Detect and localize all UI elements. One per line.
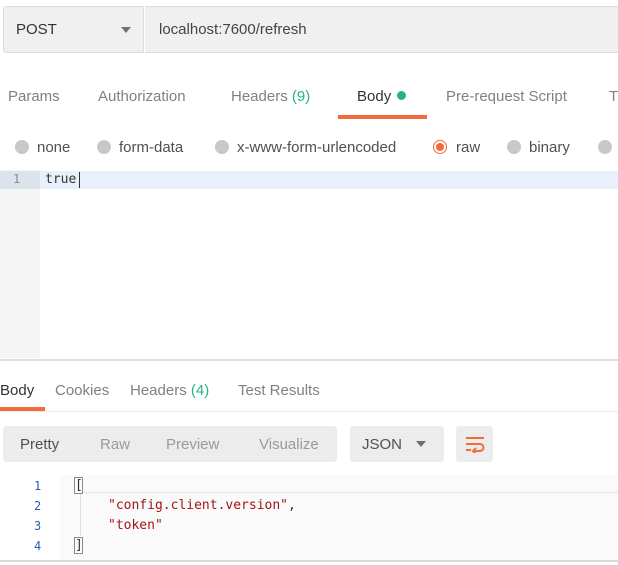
text-cursor: [79, 172, 80, 188]
response-line-number: 2: [34, 499, 42, 513]
editor-gutter: [0, 170, 40, 358]
response-tab-cookies[interactable]: Cookies: [55, 382, 109, 399]
radio-binary-label: binary: [529, 139, 570, 156]
json-comma: ,: [288, 498, 296, 513]
pane-divider[interactable]: [0, 359, 618, 361]
tab-authorization-label: Authorization: [98, 88, 186, 105]
radio-form-data-label: form-data: [119, 139, 184, 156]
view-preview-button[interactable]: Preview: [166, 436, 219, 453]
radio-urlencoded[interactable]: [215, 140, 229, 154]
tab-headers-label: Headers: [231, 88, 288, 105]
indent-guide: [80, 494, 81, 536]
wrap-lines-button[interactable]: [456, 426, 493, 462]
method-select[interactable]: POST: [3, 6, 144, 53]
response-line-number: 4: [34, 539, 42, 553]
radio-binary[interactable]: [507, 140, 521, 154]
json-string: "token": [108, 518, 163, 533]
tab-pre-request-label: Pre-request Script: [446, 88, 567, 105]
url-text: localhost:7600/refresh: [159, 21, 307, 38]
bottom-border: [0, 560, 618, 562]
tab-body[interactable]: Body: [357, 88, 407, 105]
response-tab-body[interactable]: Body: [0, 382, 34, 399]
json-open-bracket: [: [75, 478, 83, 493]
radio-graphql[interactable]: [598, 140, 612, 154]
tab-params[interactable]: Params: [8, 88, 60, 105]
response-tabs-divider: [0, 411, 618, 412]
tab-headers[interactable]: Headers (9): [231, 88, 310, 105]
response-line-number: 1: [34, 479, 42, 493]
radio-raw[interactable]: [433, 140, 447, 154]
response-headers-count: (4): [190, 382, 210, 399]
editor-content[interactable]: true: [45, 172, 76, 187]
response-tab-test-results[interactable]: Test Results: [238, 382, 320, 399]
line-number: 1: [13, 172, 21, 186]
tab-body-label: Body: [357, 88, 392, 105]
body-indicator-dot: [397, 91, 407, 100]
view-pretty-button[interactable]: Pretty: [20, 436, 59, 453]
active-tab-underline: [338, 115, 427, 119]
tab-tests-label: T: [609, 88, 618, 105]
response-tab-body-label: Body: [0, 382, 35, 399]
request-body-editor[interactable]: [0, 170, 618, 358]
response-gutter: [0, 475, 60, 560]
json-item: "token": [108, 518, 163, 533]
format-label: JSON: [362, 436, 403, 453]
request-tabs: Params Authorization Headers (9) Body Pr…: [0, 70, 618, 120]
view-raw-button[interactable]: Raw: [100, 436, 130, 453]
headers-count: (9): [291, 88, 311, 105]
response-tab-cookies-label: Cookies: [55, 382, 110, 399]
response-current-line: [83, 492, 618, 493]
radio-form-data[interactable]: [97, 140, 111, 154]
tab-pre-request-script[interactable]: Pre-request Script: [446, 88, 567, 105]
radio-urlencoded-label: x-www-form-urlencoded: [237, 139, 397, 156]
response-line-number: 3: [34, 519, 42, 533]
response-tab-headers-label: Headers: [130, 382, 187, 399]
radio-none[interactable]: [15, 140, 29, 154]
radio-raw-label: raw: [456, 139, 481, 156]
body-type-options: none form-data x-www-form-urlencoded raw…: [0, 134, 618, 162]
url-input[interactable]: localhost:7600/refresh: [145, 6, 618, 53]
chevron-down-icon: [416, 441, 426, 447]
response-tab-test-results-label: Test Results: [238, 382, 320, 399]
tab-params-label: Params: [8, 88, 60, 105]
response-tab-headers[interactable]: Headers (4): [130, 382, 209, 399]
tab-tests[interactable]: T: [609, 88, 618, 105]
method-label: POST: [16, 21, 57, 38]
radio-none-label: none: [37, 139, 71, 156]
chevron-down-icon: [121, 27, 131, 33]
wrap-lines-icon: [465, 437, 484, 453]
json-string: "config.client.version": [108, 498, 289, 513]
response-body-viewer[interactable]: [0, 475, 618, 560]
json-item: "config.client.version",: [108, 498, 296, 513]
active-line-highlight: [0, 171, 618, 189]
view-visualize-button[interactable]: Visualize: [259, 436, 319, 453]
tab-authorization[interactable]: Authorization: [98, 88, 186, 105]
json-close-bracket: ]: [75, 538, 83, 553]
